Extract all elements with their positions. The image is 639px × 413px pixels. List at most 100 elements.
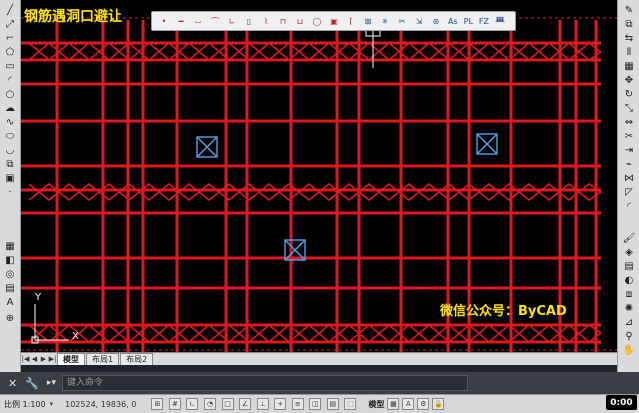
polyline-icon[interactable]: ⌐: [3, 32, 17, 44]
ellipse-icon[interactable]: ⬭: [3, 130, 17, 142]
scale-icon[interactable]: ⤡: [622, 102, 636, 114]
as-label[interactable]: As: [448, 17, 458, 26]
line-icon[interactable]: ╱: [3, 4, 17, 16]
rebar-array-icon[interactable]: ✳: [377, 13, 393, 29]
tab-model[interactable]: 模型: [57, 353, 85, 365]
circle-icon[interactable]: ○: [3, 88, 17, 100]
match-icon[interactable]: ◐: [622, 274, 636, 286]
annotation-scale[interactable]: 比例 1:100: [4, 399, 46, 410]
properties-icon[interactable]: ▤: [622, 260, 636, 272]
rebar-lshape-icon[interactable]: ∟: [224, 13, 240, 29]
rebar-straight-icon[interactable]: ━: [173, 13, 189, 29]
layout-tabs: |◀ ◀ ▶ ▶| 模型 布局1 布局2: [21, 352, 617, 365]
pl-label[interactable]: PL: [464, 17, 473, 26]
rebar-extend-icon[interactable]: ⇲: [411, 13, 427, 29]
array-icon[interactable]: ▦: [622, 60, 636, 72]
last-tab-arrow[interactable]: ▶|: [48, 355, 57, 363]
command-input[interactable]: 键入命令: [61, 375, 468, 391]
dyn-icon[interactable]: +: [274, 398, 287, 410]
rebar-corner-icon[interactable]: ⌈: [343, 13, 359, 29]
ortho-icon[interactable]: ∟: [186, 398, 199, 410]
model-space-indicator[interactable]: 模型: [368, 399, 384, 410]
scale-dropdown-icon[interactable]: ▾: [50, 400, 54, 408]
osnap-icon[interactable]: □: [221, 398, 234, 410]
make-block-icon[interactable]: ▣: [3, 172, 17, 184]
pan-icon[interactable]: ✋: [622, 344, 636, 356]
rebar-hook-icon[interactable]: ⌴: [190, 13, 206, 29]
left-draw-toolbar: ╱ ⤢ ⌐ ⬠ ▭ ◜ ○ ☁ ∿ ⬭ ◡ ⧉ ▣ · ▦ ◧ ◎ ▤ A ⊕: [0, 0, 21, 372]
ducs-icon[interactable]: ⊥: [256, 398, 269, 410]
tab-layout1[interactable]: 布局1: [86, 353, 120, 365]
insert-block-icon[interactable]: ⧉: [3, 158, 17, 170]
snap-icon[interactable]: ⊞: [151, 398, 164, 410]
chamfer-icon[interactable]: ◸: [622, 186, 636, 198]
command-history-icon[interactable]: ▸▾: [47, 378, 56, 388]
rebar-trim-icon[interactable]: ✂: [394, 13, 410, 29]
rebar-point-icon[interactable]: •: [156, 13, 172, 29]
measure-icon[interactable]: ⊿: [622, 316, 636, 328]
lwt-icon[interactable]: ≡: [291, 398, 304, 410]
tpy-icon[interactable]: ◫: [309, 398, 322, 410]
spline-icon[interactable]: ∿: [3, 116, 17, 128]
rebar-comb-icon[interactable]: ᚙ: [492, 13, 508, 29]
mirror-icon[interactable]: ⇆: [622, 32, 636, 44]
grid-icon[interactable]: #: [168, 398, 181, 410]
otrack-icon[interactable]: ∠: [239, 398, 252, 410]
zoom-icon[interactable]: ⚲: [622, 330, 636, 342]
rebar-mark-icon[interactable]: ⊛: [428, 13, 444, 29]
mtext-icon[interactable]: A: [3, 296, 17, 308]
rotate-icon[interactable]: ↻: [622, 88, 636, 100]
explode-icon[interactable]: ✺: [622, 302, 636, 314]
arc-icon[interactable]: ◜: [3, 74, 17, 86]
rectangle-icon[interactable]: ▭: [3, 60, 17, 72]
rebar-bend-icon[interactable]: ⌒: [207, 13, 223, 29]
grid-display-icon[interactable]: ▦: [387, 398, 400, 410]
rebar-stirrup-icon[interactable]: ▯: [241, 13, 257, 29]
copy-icon[interactable]: ⧉: [622, 18, 636, 30]
rebar-crank-icon[interactable]: ⌇: [258, 13, 274, 29]
gradient-icon[interactable]: ◧: [3, 254, 17, 266]
table-icon[interactable]: ▤: [3, 282, 17, 294]
fillet-icon[interactable]: ◜: [622, 200, 636, 212]
rebar-channel-icon[interactable]: ⊔: [292, 13, 308, 29]
paint-icon[interactable]: 🖌: [622, 232, 636, 244]
customize-icon[interactable]: 🔧: [25, 377, 39, 390]
next-tab-arrow[interactable]: ▶: [39, 355, 48, 363]
hatch-icon[interactable]: ▦: [3, 240, 17, 252]
erase-icon[interactable]: ✎: [622, 4, 636, 16]
group-icon[interactable]: ⧈: [622, 288, 636, 300]
ellipse-arc-icon[interactable]: ◡: [3, 144, 17, 156]
point-icon[interactable]: ·: [3, 186, 17, 198]
tab-layout2[interactable]: 布局2: [120, 353, 154, 365]
revcloud-icon[interactable]: ☁: [3, 102, 17, 114]
offset-icon[interactable]: ⫴: [622, 46, 636, 58]
annotation-icon[interactable]: A: [402, 398, 415, 410]
qp-icon[interactable]: ▤: [326, 398, 339, 410]
extend-icon[interactable]: ⇥: [622, 144, 636, 156]
workspace-icon[interactable]: ⚙: [417, 398, 430, 410]
region-icon[interactable]: ◎: [3, 268, 17, 280]
first-tab-arrow[interactable]: |◀: [21, 355, 30, 363]
lock-icon[interactable]: 🔒: [432, 398, 445, 410]
polar-icon[interactable]: ◔: [204, 398, 217, 410]
ucs-y-label: Y: [35, 292, 42, 303]
add-selected-icon[interactable]: ⊕: [3, 312, 17, 324]
trim-icon[interactable]: ✂: [622, 130, 636, 142]
prev-tab-arrow[interactable]: ◀: [30, 355, 39, 363]
fz-label[interactable]: FZ: [479, 17, 489, 26]
layer-icon[interactable]: ◈: [622, 246, 636, 258]
move-icon[interactable]: ✥: [622, 74, 636, 86]
rebar-ushape-icon[interactable]: ⊓: [275, 13, 291, 29]
rebar-avoid-opening-icon[interactable]: ⊠: [360, 13, 376, 29]
polygon-icon[interactable]: ⬠: [3, 46, 17, 58]
sc-icon[interactable]: ⬚: [344, 398, 357, 410]
opening-1[interactable]: [196, 136, 218, 158]
break-icon[interactable]: ⌁: [622, 158, 636, 170]
opening-2[interactable]: [476, 133, 498, 155]
join-icon[interactable]: ⋈: [622, 172, 636, 184]
rebar-closed-stirrup-icon[interactable]: ▣: [326, 13, 342, 29]
construction-line-icon[interactable]: ⤢: [3, 18, 17, 30]
close-icon[interactable]: ✕: [8, 377, 17, 390]
stretch-icon[interactable]: ⇔: [622, 116, 636, 128]
rebar-ring-icon[interactable]: ◯: [309, 13, 325, 29]
